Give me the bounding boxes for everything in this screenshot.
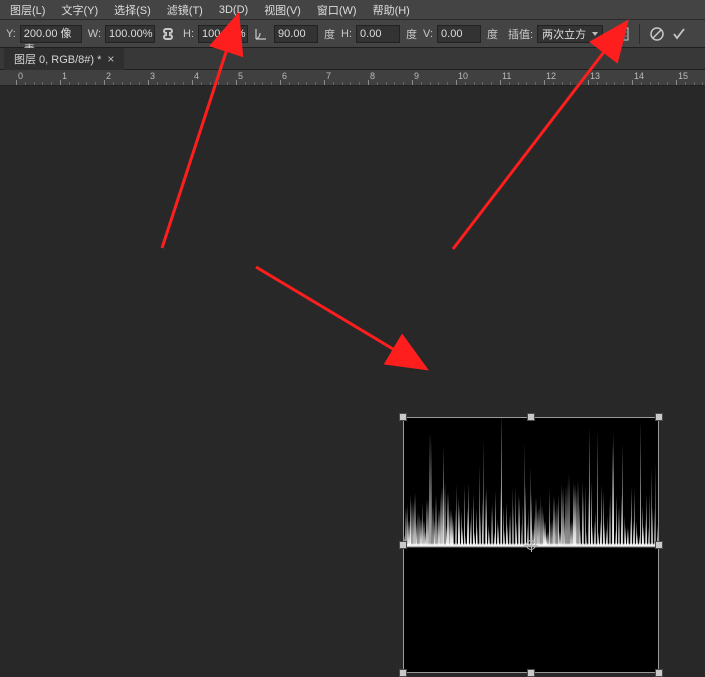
ruler-label: 14: [634, 71, 644, 81]
interpolation-label: 插值:: [508, 26, 533, 42]
ruler-label: 9: [414, 71, 419, 81]
rotation-unit: 度: [324, 26, 335, 42]
waveform-spike: [597, 429, 598, 545]
rotation-field[interactable]: 90.00: [274, 25, 318, 43]
hskew-field[interactable]: 0.00: [356, 25, 400, 43]
canvas-area[interactable]: [0, 86, 705, 636]
width-field[interactable]: 100.00%: [105, 25, 155, 43]
commit-transform-icon[interactable]: [670, 25, 688, 43]
options-bar: Y: 200.00 像素 W: 100.00% H: 100.00% 90.00…: [0, 20, 705, 48]
ruler-label: 11: [502, 71, 511, 81]
y-label: Y:: [6, 28, 16, 40]
height-field[interactable]: 100.00%: [198, 25, 248, 43]
transform-handle-middle-left[interactable]: [399, 541, 407, 549]
ruler-label: 2: [106, 71, 111, 81]
transform-handle-middle-right[interactable]: [655, 541, 663, 549]
transform-reference-point[interactable]: [526, 540, 536, 550]
ruler-label: 8: [370, 71, 375, 81]
ruler-label: 5: [238, 71, 243, 81]
document-tab-bar: 图层 0, RGB/8#) * ×: [0, 48, 705, 70]
transform-handle-top-middle[interactable]: [527, 413, 535, 421]
vskew-unit: 度: [487, 26, 498, 42]
angle-icon: [252, 25, 270, 43]
y-field[interactable]: 200.00 像素: [20, 25, 82, 43]
vskew-field[interactable]: 0.00: [437, 25, 481, 43]
ruler-label: 13: [590, 71, 600, 81]
menu-text[interactable]: 文字(Y): [53, 0, 106, 20]
document-tab-title: 图层 0, RGB/8#) *: [14, 51, 101, 67]
menu-layer[interactable]: 图层(L): [2, 0, 53, 20]
ruler-label: 10: [458, 71, 468, 81]
link-icon[interactable]: [159, 25, 177, 43]
separator: [639, 24, 640, 44]
transform-handle-top-left[interactable]: [399, 413, 407, 421]
transform-handle-top-right[interactable]: [655, 413, 663, 421]
ruler-label: 0: [18, 71, 23, 81]
menu-filter[interactable]: 滤镜(T): [159, 0, 211, 20]
transform-handle-bottom-middle[interactable]: [527, 669, 535, 677]
waveform-spike: [613, 432, 614, 545]
hskew-unit: 度: [406, 26, 417, 42]
ruler-label: 3: [150, 71, 155, 81]
close-icon[interactable]: ×: [107, 53, 114, 65]
menu-view[interactable]: 视图(V): [256, 0, 309, 20]
document-tab[interactable]: 图层 0, RGB/8#) * ×: [4, 48, 124, 70]
horizontal-ruler[interactable]: 012345678910111213141516: [0, 70, 705, 86]
ruler-label: 4: [194, 71, 199, 81]
ruler-label: 6: [282, 71, 287, 81]
free-transform-bounding-box[interactable]: [404, 418, 658, 672]
menu-select[interactable]: 选择(S): [106, 0, 159, 20]
transform-handle-bottom-right[interactable]: [655, 669, 663, 677]
ruler-label: 7: [326, 71, 331, 81]
height-label: H:: [183, 28, 194, 40]
menu-help[interactable]: 帮助(H): [365, 0, 418, 20]
warp-mode-icon[interactable]: [613, 25, 631, 43]
width-label: W:: [88, 28, 101, 40]
vskew-label: V:: [423, 28, 433, 40]
cancel-transform-icon[interactable]: [648, 25, 666, 43]
ruler-label: 15: [678, 71, 688, 81]
transform-handle-bottom-left[interactable]: [399, 669, 407, 677]
ruler-label: 1: [62, 71, 67, 81]
hskew-label: H:: [341, 28, 352, 40]
ruler-label: 12: [546, 71, 556, 81]
interpolation-select[interactable]: 两次立方: [537, 25, 603, 43]
menu-bar: 图层(L) 文字(Y) 选择(S) 滤镜(T) 3D(D) 视图(V) 窗口(W…: [0, 0, 705, 20]
menu-window[interactable]: 窗口(W): [309, 0, 365, 20]
menu-3d[interactable]: 3D(D): [211, 2, 256, 18]
